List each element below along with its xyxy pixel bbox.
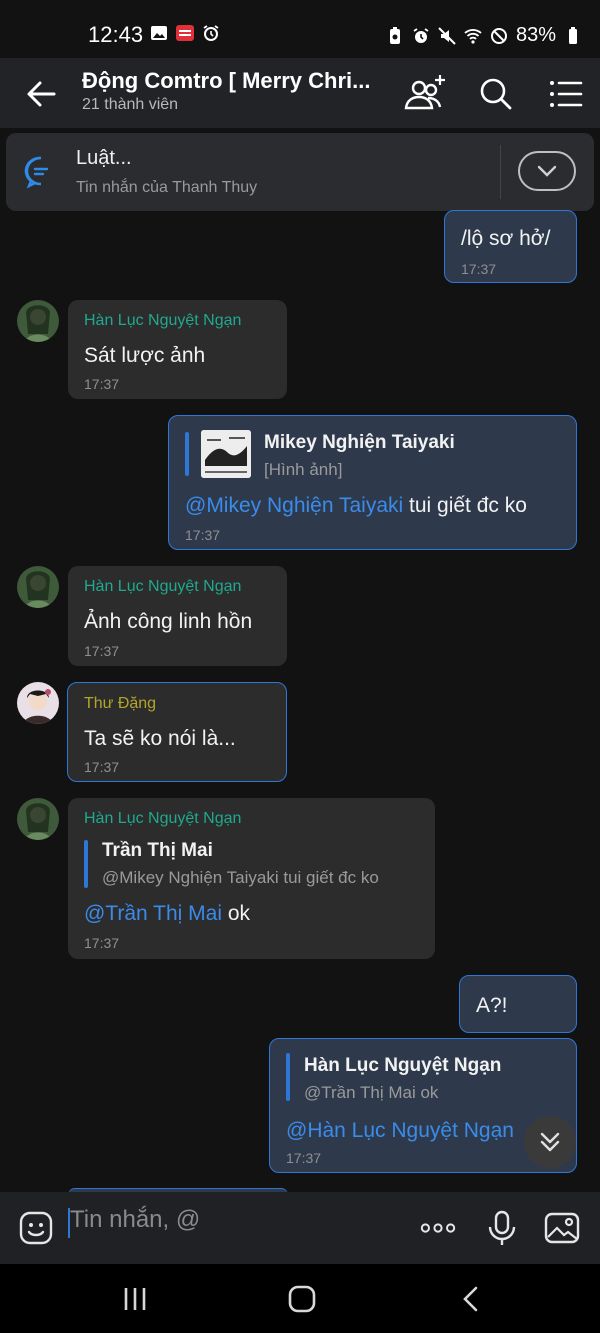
quote-bar <box>84 840 88 888</box>
divider <box>500 145 501 199</box>
microphone-icon[interactable] <box>484 1210 520 1246</box>
manga-app-icon <box>176 25 194 41</box>
quoted-image-thumbnail[interactable] <box>201 430 251 478</box>
emoji-sticker-icon[interactable] <box>18 1210 54 1246</box>
battery-saver-icon <box>390 26 400 44</box>
back-icon[interactable] <box>456 1284 486 1314</box>
message-time: 17:37 <box>185 527 221 543</box>
notification-icons <box>150 24 220 42</box>
sender-name[interactable]: Hàn Lục Nguyệt Ngạn <box>84 312 241 330</box>
avatar[interactable] <box>17 798 59 840</box>
battery-icon <box>569 26 578 44</box>
message-text: Ảnh công linh hồn <box>84 610 253 633</box>
image-gallery-icon[interactable] <box>544 1210 580 1246</box>
mute-icon <box>438 26 456 45</box>
message-bubble-incoming[interactable]: Hàn Lục Nguyệt Ngạn Ảnh công linh hồn 17… <box>68 566 287 666</box>
avatar[interactable] <box>17 300 59 342</box>
message-text: Sát lược ảnh <box>84 344 206 367</box>
quoted-sender: Hàn Lục Nguyệt Ngạn <box>304 1055 502 1076</box>
message-time: 17:37 <box>84 643 120 659</box>
sender-name[interactable]: Thư Đặng <box>84 695 156 713</box>
system-navigation-bar <box>0 1264 600 1333</box>
search-icon[interactable] <box>474 72 518 116</box>
pinned-message[interactable]: Luật... Tin nhắn của Thanh Thuy <box>6 133 594 211</box>
home-icon[interactable] <box>287 1284 317 1314</box>
message-text: A?! <box>476 994 508 1017</box>
avatar[interactable] <box>17 566 59 608</box>
quote-bar <box>286 1053 290 1101</box>
clock: 12:43 <box>88 22 144 47</box>
quoted-sender: Mikey Nghiện Taiyaki <box>264 432 455 453</box>
back-arrow-icon[interactable] <box>22 74 62 114</box>
double-chevron-down-icon <box>540 1132 560 1152</box>
avatar-image <box>17 682 59 724</box>
message-time: 17:37 <box>84 935 120 951</box>
message-bubble-incoming[interactable]: Hàn Lục Nguyệt Ngạn Sát lược ảnh 17:37 <box>68 300 287 399</box>
recent-apps-icon[interactable] <box>120 1284 150 1314</box>
message-body: ok <box>222 902 251 925</box>
system-icons: 83% <box>386 24 582 47</box>
scroll-to-bottom-button[interactable] <box>524 1116 576 1168</box>
menu-list-icon[interactable] <box>544 72 588 116</box>
quoted-text: [Hình ảnh] <box>264 460 343 479</box>
avatar-image <box>17 566 59 608</box>
message-time: 17:37 <box>286 1150 322 1166</box>
chat-bubble-icon <box>24 156 49 189</box>
mention[interactable]: @Trần Thị Mai <box>84 902 222 925</box>
avatar-image <box>17 300 59 342</box>
more-options-icon[interactable] <box>420 1210 456 1246</box>
battery-percent: 83% <box>516 24 557 46</box>
sender-name[interactable]: Hàn Lục Nguyệt Ngạn <box>84 810 241 828</box>
expand-pinned-button[interactable] <box>518 151 576 191</box>
chat-header: Động Comtro [ Merry Chri... 21 thành viê… <box>0 58 600 128</box>
avatar-image <box>17 798 59 840</box>
message-input[interactable]: Tin nhắn, @ <box>70 1206 200 1234</box>
message-body: tui giết đc ko <box>403 494 527 517</box>
message-bubble-outgoing[interactable]: /lộ sơ hở/ 17:37 <box>444 210 577 283</box>
member-count[interactable]: 21 thành viên <box>82 96 178 114</box>
message-bubble-outgoing[interactable]: Mikey Nghiện Taiyaki [Hình ảnh] @Mikey N… <box>168 415 577 550</box>
message-time: 17:37 <box>84 759 120 775</box>
mention[interactable]: @Hàn Lục Nguyệt Ngạn <box>286 1119 514 1142</box>
pinned-title: Luật... <box>76 147 132 169</box>
mention[interactable]: @Mikey Nghiện Taiyaki <box>185 494 403 517</box>
message-time: 17:37 <box>84 376 120 392</box>
quoted-image <box>201 430 251 478</box>
pinned-subtitle: Tin nhắn của Thanh Thuy <box>76 179 258 196</box>
quoted-text: @Mikey Nghiện Taiyaki tui giết đc ko <box>102 868 379 887</box>
status-bar: 12:43 83% <box>0 0 600 58</box>
quoted-text: @Trần Thị Mai ok <box>304 1083 439 1102</box>
message-bubble-outgoing[interactable]: A?! <box>459 975 577 1033</box>
add-member-icon[interactable] <box>402 72 446 116</box>
message-text: @Hàn Lục Nguyệt Ngạn <box>286 1119 556 1143</box>
message-input-bar: Tin nhắn, @ <box>0 1192 600 1264</box>
message-text: @Trần Thị Mai ok <box>84 902 250 926</box>
alarm-icon <box>203 25 219 41</box>
message-text: Ta sẽ ko nói là... <box>84 727 236 750</box>
chevron-down-icon <box>537 165 557 177</box>
quoted-sender: Trần Thị Mai <box>102 840 213 861</box>
sender-name[interactable]: Hàn Lục Nguyệt Ngạn <box>84 578 241 596</box>
message-bubble-incoming[interactable]: Hàn Lục Nguyệt Ngạn Trần Thị Mai @Mikey … <box>68 798 435 959</box>
message-text: @Mikey Nghiện Taiyaki tui giết đc ko <box>185 494 527 518</box>
wifi-icon <box>464 28 482 44</box>
message-bubble-incoming[interactable]: Thư Đặng Ta sẽ ko nói là... 17:37 <box>67 682 287 782</box>
message-time: 17:37 <box>461 261 497 277</box>
gallery-icon <box>151 26 167 40</box>
group-name[interactable]: Động Comtro [ Merry Chri... <box>82 68 370 94</box>
message-text: /lộ sơ hở/ <box>461 227 551 250</box>
avatar[interactable] <box>17 682 59 724</box>
alarm-icon <box>413 27 429 43</box>
quote-bar <box>185 432 189 476</box>
do-not-disturb-icon <box>491 27 507 44</box>
